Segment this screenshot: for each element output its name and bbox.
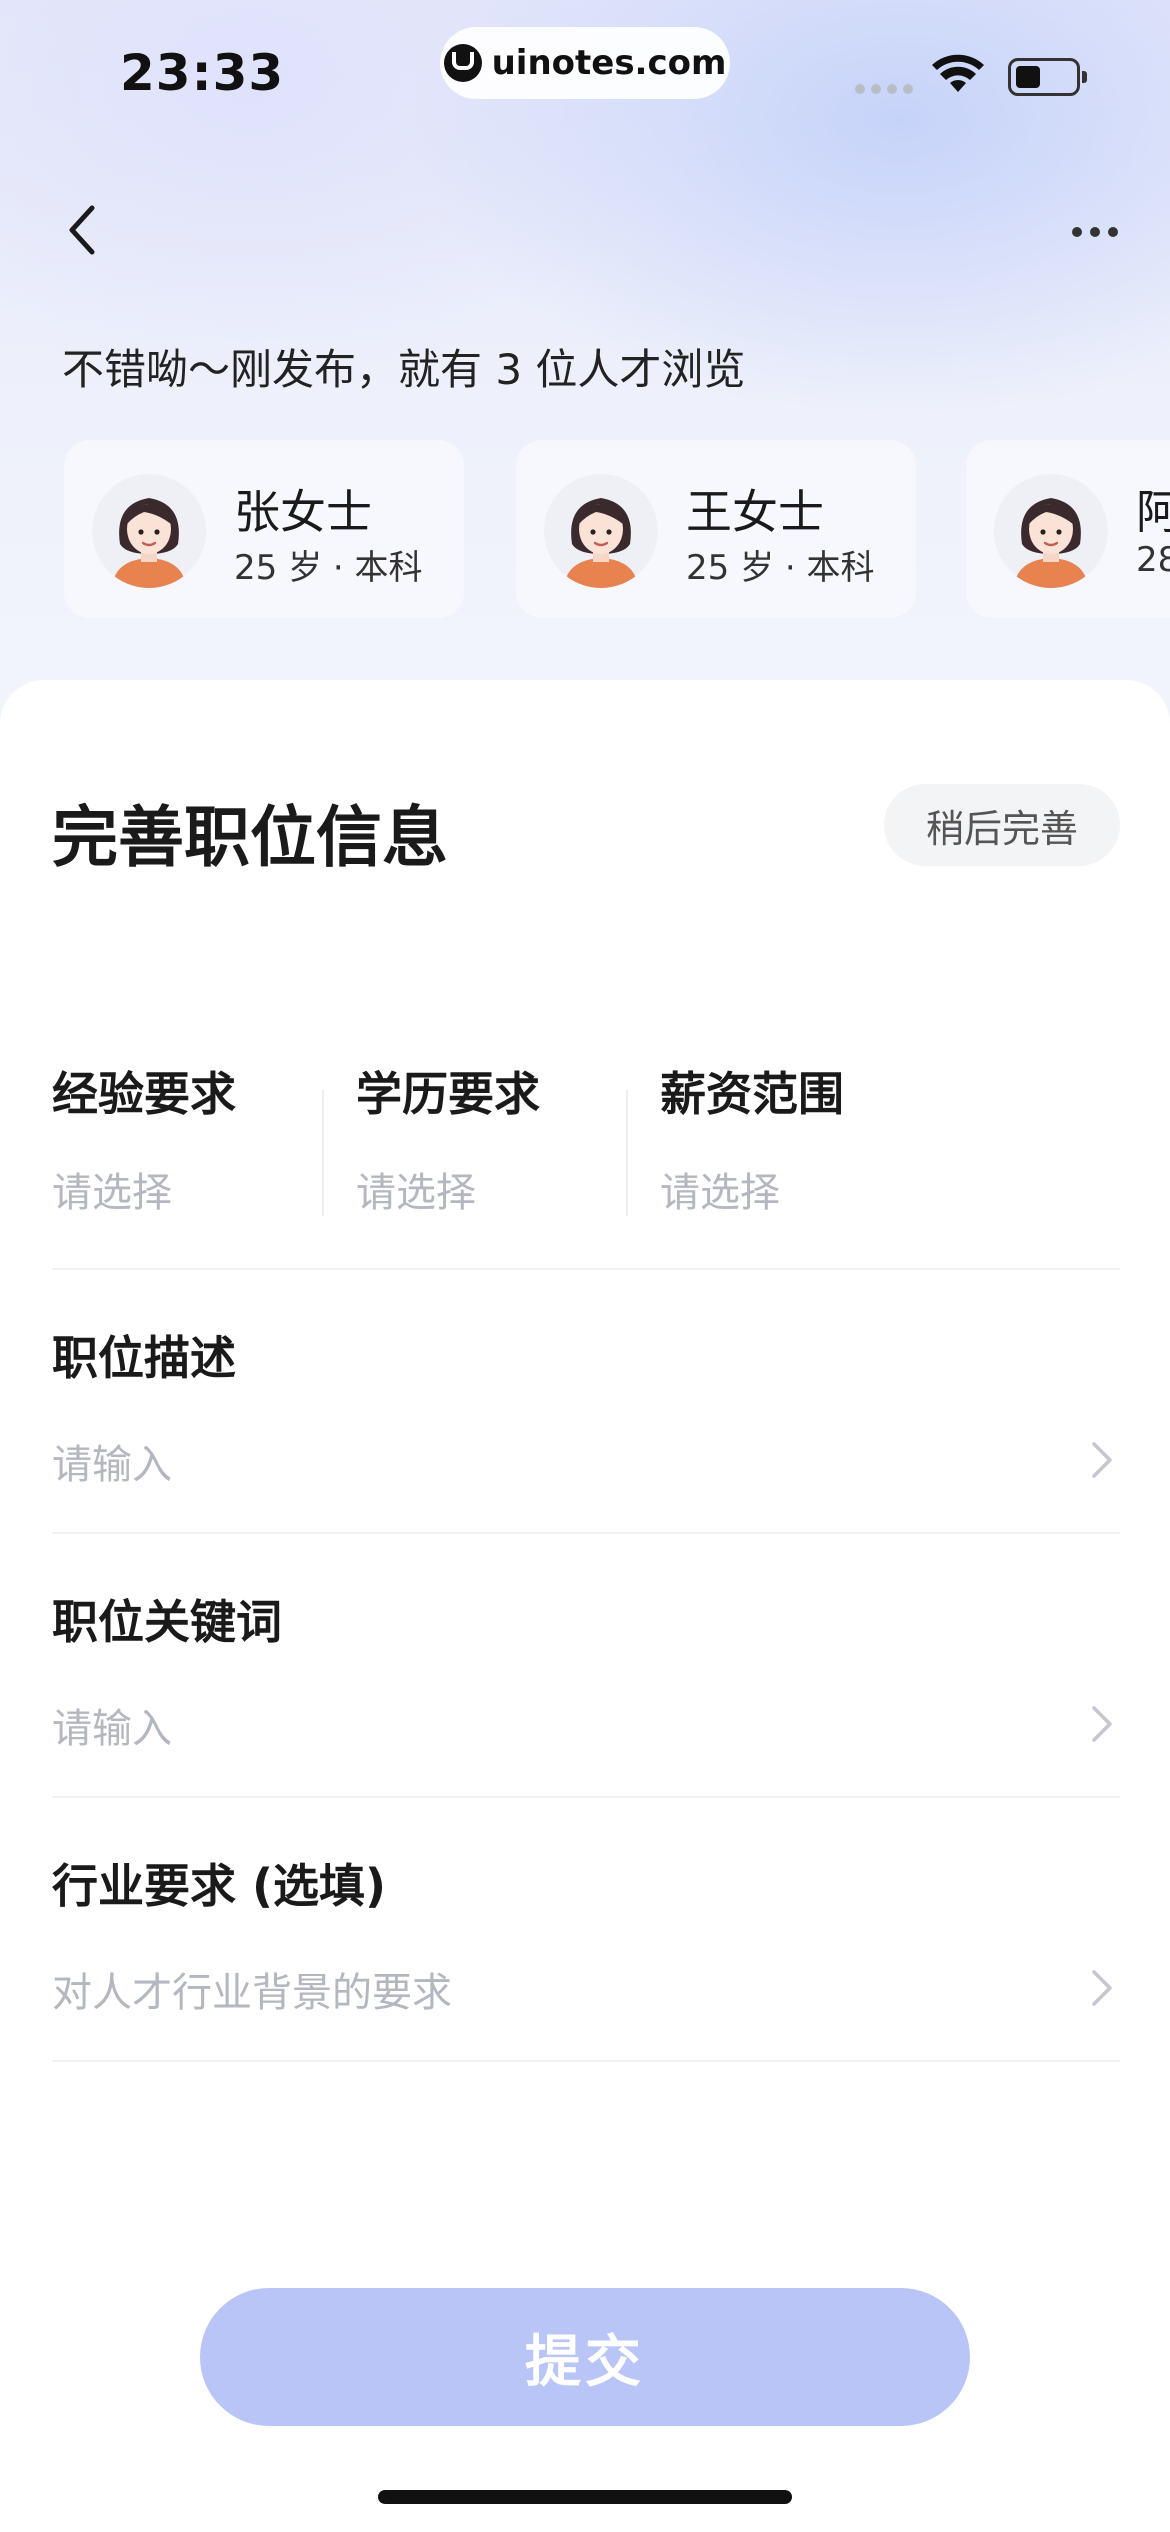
chevron-right-icon xyxy=(1092,1442,1112,1478)
field-label: 职位描述 xyxy=(52,1331,236,1385)
education-requirement-picker[interactable]: 学历要求 请选择 xyxy=(356,1058,540,1218)
requirement-value: 请选择 xyxy=(660,1170,780,1216)
requirement-value: 请选择 xyxy=(356,1170,476,1216)
job-keywords-field[interactable]: 职位关键词 请输入 xyxy=(52,1586,1120,1754)
field-placeholder: 请输入 xyxy=(52,1706,172,1752)
cellular-signal-icon xyxy=(855,84,913,94)
more-dots-icon xyxy=(1072,227,1082,237)
divider xyxy=(52,1268,1120,1270)
candidate-card[interactable]: 阿 28 xyxy=(966,440,1170,618)
site-logo-icon xyxy=(443,44,482,82)
experience-requirement-picker[interactable]: 经验要求 请选择 xyxy=(52,1058,236,1218)
complete-later-button[interactable]: 稍后完善 xyxy=(884,784,1120,866)
candidate-meta: 25 岁 · 本科 xyxy=(686,548,875,588)
avatar xyxy=(92,474,206,588)
avatar xyxy=(544,474,658,588)
avatar xyxy=(994,474,1108,588)
candidate-meta: 28 xyxy=(1136,540,1170,580)
home-indicator[interactable] xyxy=(378,2490,792,2504)
field-placeholder: 对人才行业背景的要求 xyxy=(52,1970,452,2016)
chevron-left-icon xyxy=(69,205,95,255)
industry-requirement-field[interactable]: 行业要求 (选填) 对人才行业背景的要求 xyxy=(52,1850,1120,2018)
divider xyxy=(52,2060,1120,2062)
url-pill[interactable]: uinotes.com xyxy=(440,27,730,99)
field-label: 职位关键词 xyxy=(52,1595,282,1649)
candidate-card[interactable]: 张女士 25 岁 · 本科 xyxy=(64,440,464,618)
requirement-label: 薪资范围 xyxy=(660,1067,844,1121)
divider xyxy=(626,1090,628,1216)
job-description-field[interactable]: 职位描述 请输入 xyxy=(52,1322,1120,1490)
battery-icon xyxy=(1008,58,1087,96)
field-placeholder: 请输入 xyxy=(52,1442,172,1488)
status-time: 23:33 xyxy=(120,44,285,102)
divider xyxy=(52,1532,1120,1534)
requirement-value: 请选择 xyxy=(52,1170,172,1216)
divider xyxy=(52,1796,1120,1798)
candidate-card[interactable]: 王女士 25 岁 · 本科 xyxy=(516,440,916,618)
page-title: 完善职位信息 xyxy=(52,799,448,876)
viewers-message: 不错呦～刚发布，就有 3 位人才浏览 xyxy=(62,345,746,394)
submit-button[interactable]: 提交 xyxy=(200,2288,970,2426)
wifi-icon xyxy=(932,54,984,92)
more-button[interactable] xyxy=(1060,210,1130,254)
candidate-list: 张女士 25 岁 · 本科 王女士 25 岁 · 本科 阿 28 xyxy=(64,440,1170,618)
candidate-name: 阿 xyxy=(1136,485,1170,539)
candidate-name: 张女士 xyxy=(234,485,372,539)
chevron-right-icon xyxy=(1092,1970,1112,2006)
chevron-right-icon xyxy=(1092,1706,1112,1742)
candidate-name: 王女士 xyxy=(686,485,824,539)
requirement-label: 经验要求 xyxy=(52,1067,236,1121)
candidate-meta: 25 岁 · 本科 xyxy=(234,548,423,588)
divider xyxy=(322,1090,324,1216)
requirement-label: 学历要求 xyxy=(356,1067,540,1121)
field-label: 行业要求 (选填) xyxy=(52,1859,387,1913)
url-text: uinotes.com xyxy=(491,43,727,83)
salary-range-picker[interactable]: 薪资范围 请选择 xyxy=(660,1058,844,1218)
back-button[interactable] xyxy=(52,200,112,260)
